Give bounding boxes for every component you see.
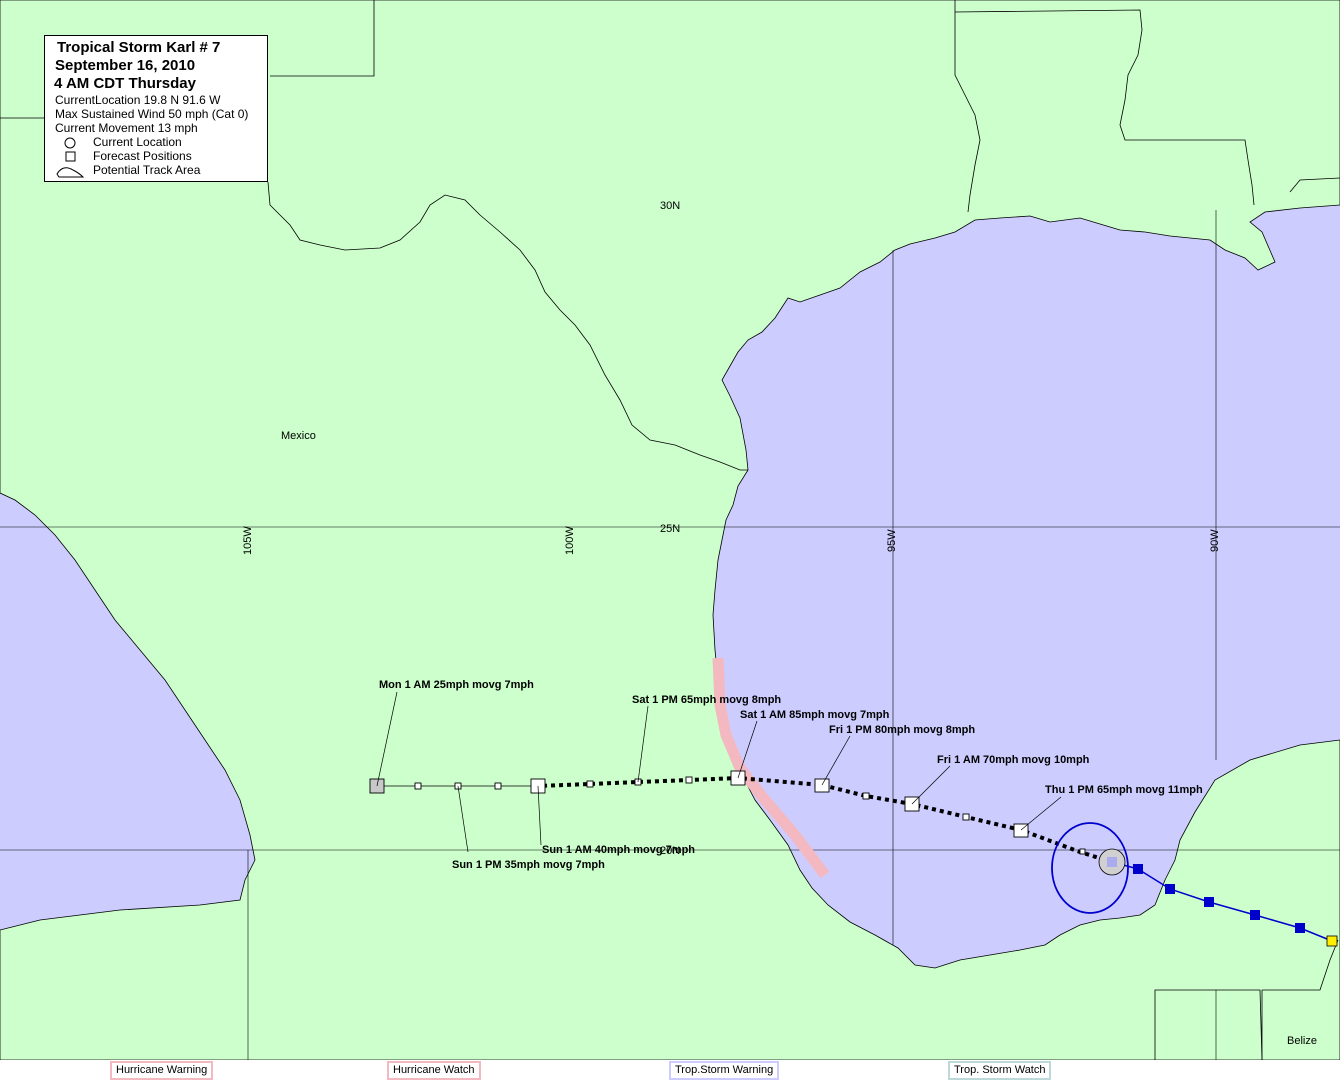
forecast-label-mon-1am: Mon 1 AM 25mph movg 7mph [379,679,534,691]
hurricane-watch-key: Hurricane Watch [387,1061,481,1080]
legend-key-track: Potential Track Area [55,163,267,178]
forecast-label-sat-1pm: Sat 1 PM 65mph movg 8mph [632,694,781,706]
forecast-label-sun-1am: Sun 1 AM 40mph movg 7mph [542,844,695,856]
place-label-belize: Belize [1287,1035,1317,1047]
forecast-label-sun-1pm: Sun 1 PM 35mph movg 7mph [452,859,605,871]
legend-key-current: Current Location [55,135,267,149]
lon-label-100w: 100W [564,526,576,555]
current-location-text: CurrentLocation 19.8 N 91.6 W [55,93,221,107]
max-wind-text: Max Sustained Wind 50 mph (Cat 0) [55,107,249,121]
hurricane-warning-key: Hurricane Warning [110,1061,214,1080]
lat-label-25n: 25N [660,523,680,535]
forecast-label-fri-1pm: Fri 1 PM 80mph movg 8mph [829,724,975,736]
forecast-label-fri-1am: Fri 1 AM 70mph movg 10mph [937,754,1090,766]
ts-watch-key: Trop. Storm Watch [948,1061,1052,1080]
track-area-icon [56,167,85,178]
forecast-label-thu-1pm: Thu 1 PM 65mph movg 11mph [1045,784,1203,796]
storm-date: September 16, 2010 [55,57,196,74]
lon-label-105w: 105W [242,526,254,555]
storm-time: 4 AM CDT Thursday [54,75,196,92]
circle-icon [64,137,76,149]
forecast-label-sat-1am: Sat 1 AM 85mph movg 7mph [740,709,890,721]
movement-text: Current Movement 13 mph [55,121,198,135]
place-label-mexico: Mexico [281,430,316,442]
past-track-point-yellow [1326,935,1338,947]
square-icon [65,151,76,162]
land-central-america [1154,989,1263,1060]
legend-key-forecast: Forecast Positions [55,149,267,163]
legend-key-current-label: Current Location [93,135,182,149]
storm-info-legend: Tropical Storm Karl # 7 September 16, 20… [44,35,268,182]
lon-label-95w: 95W [886,529,898,552]
lat-label-30n: 30N [660,200,680,212]
storm-title: Tropical Storm Karl # 7 [57,39,221,56]
lon-label-90w: 90W [1209,529,1221,552]
current-location-dot [1107,857,1117,867]
legend-key-track-label: Potential Track Area [93,163,201,177]
legend-key-forecast-label: Forecast Positions [93,149,192,163]
ts-warning-key: Trop.Storm Warning [669,1061,780,1080]
warning-legend-footer: Hurricane Warning Hurricane Watch Trop.S… [0,1060,1340,1080]
